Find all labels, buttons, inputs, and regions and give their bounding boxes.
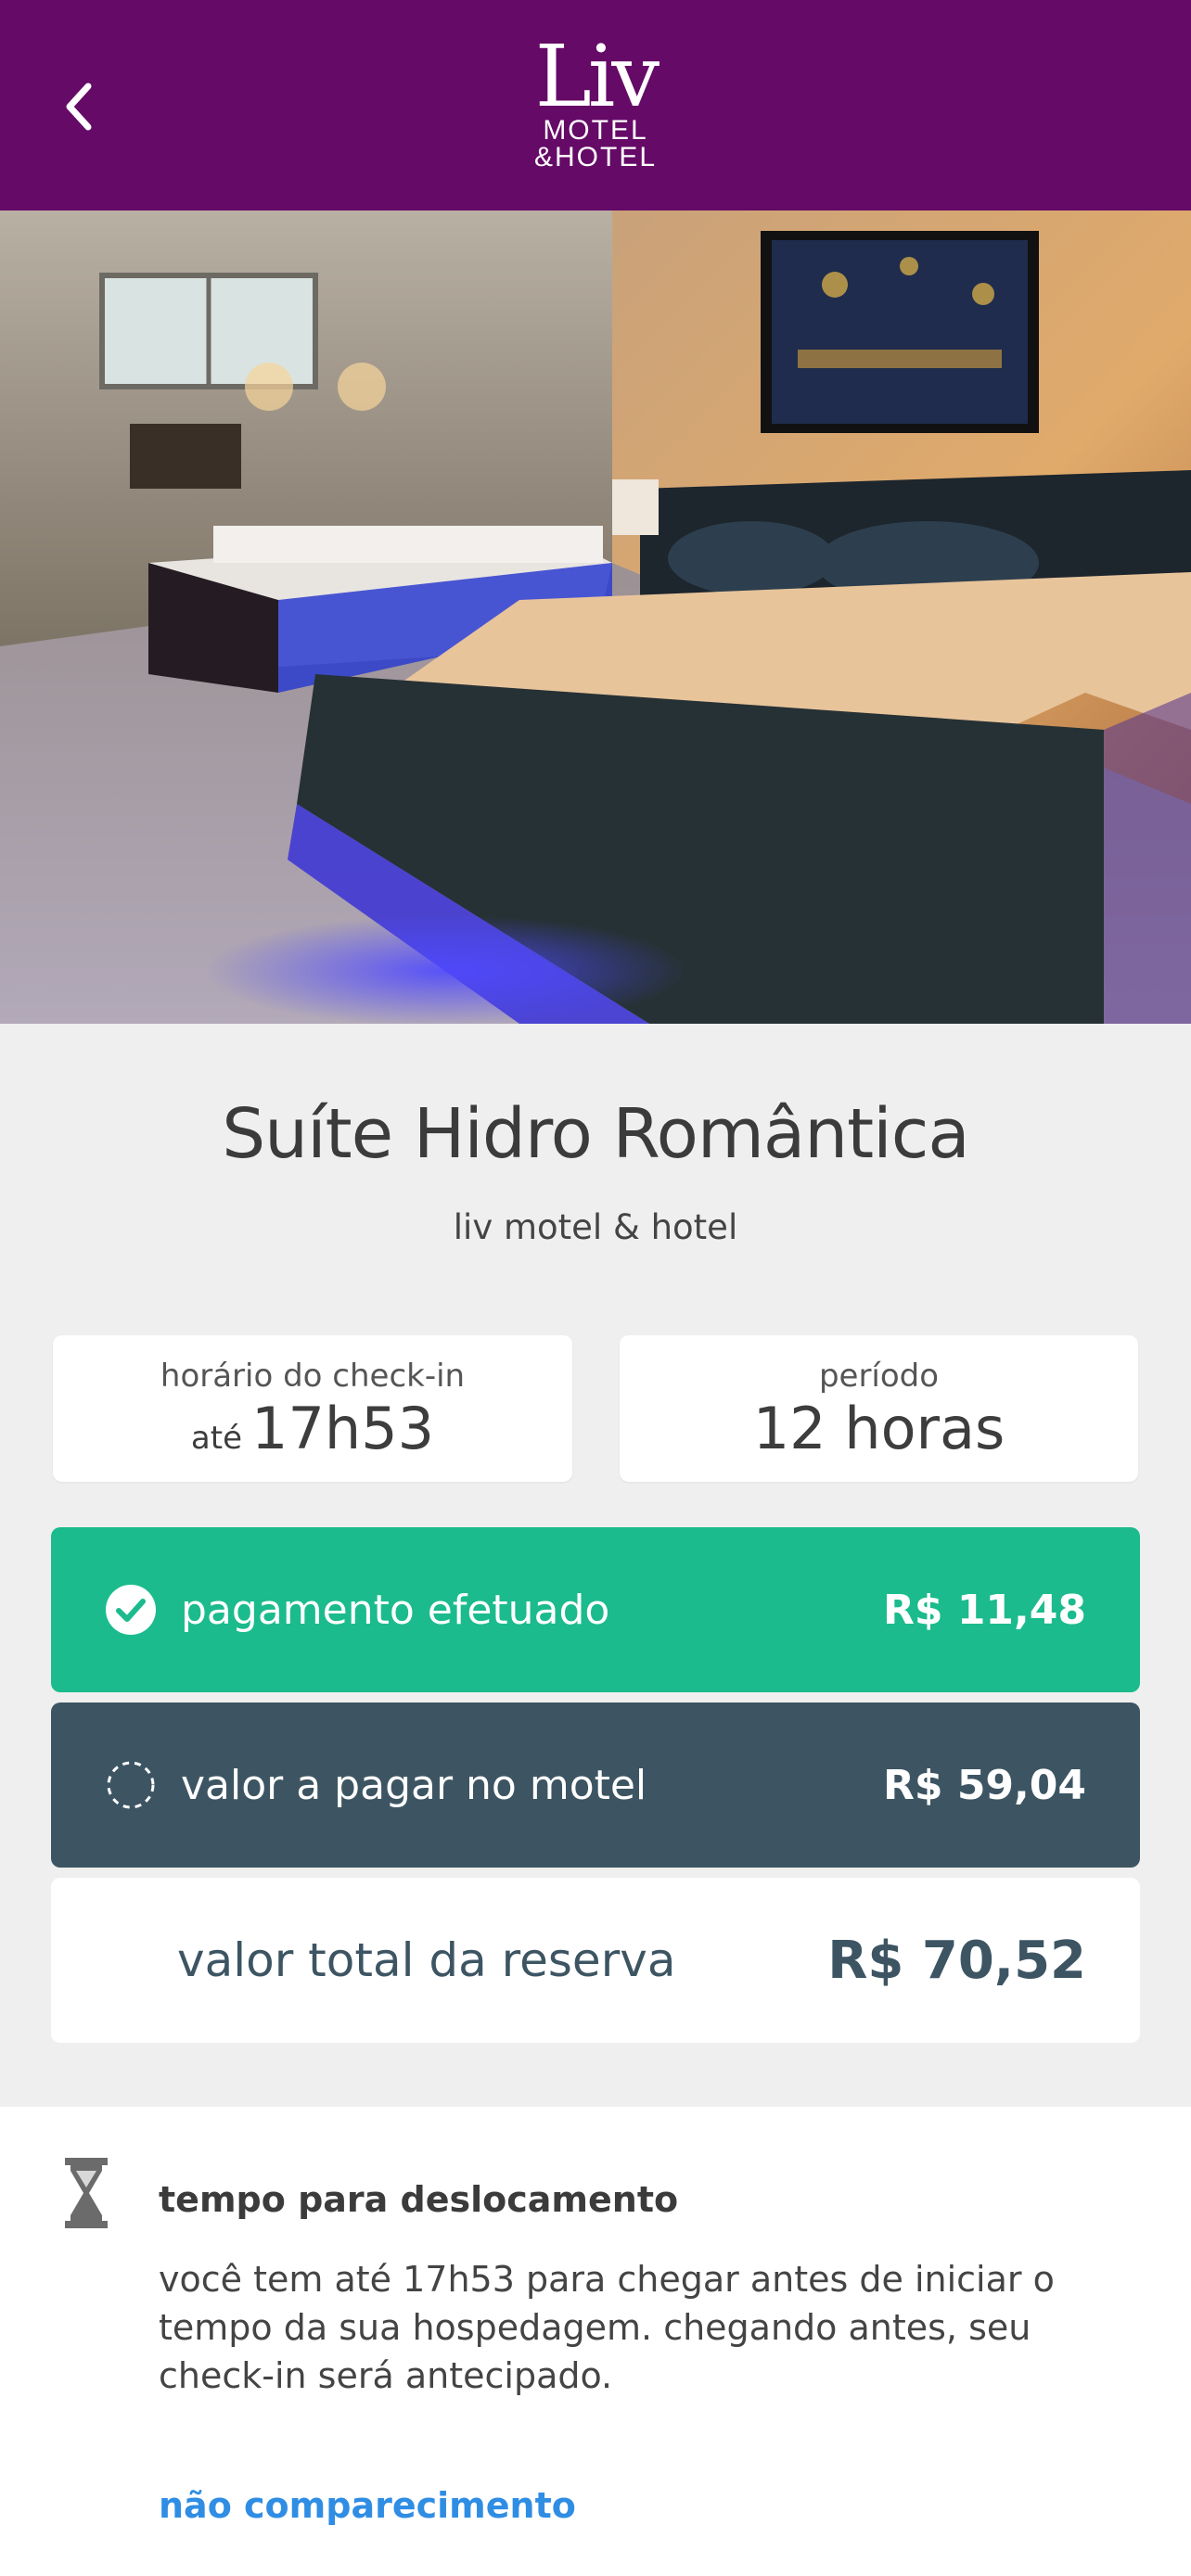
- payment-paid-row: pagamento efetuado R$ 11,48: [51, 1527, 1140, 1692]
- brand-logo: Liv MOTEL &HOTEL: [519, 27, 672, 185]
- payment-due-label: valor a pagar no motel: [181, 1761, 647, 1809]
- payment-due-amount: R$ 59,04: [883, 1761, 1086, 1809]
- payment-paid-amount: R$ 11,48: [883, 1586, 1086, 1634]
- checkin-label: horário do check-in: [160, 1358, 466, 1395]
- payment-total-amount: R$ 70,52: [827, 1930, 1086, 1991]
- period-card: período 12 horas: [620, 1335, 1138, 1482]
- logo-line-hotel: &HOTEL: [533, 142, 658, 172]
- back-button[interactable]: [46, 65, 111, 148]
- checkin-prefix: até: [190, 1420, 242, 1457]
- check-circle-icon: [106, 1585, 156, 1635]
- no-show-link[interactable]: não comparecimento: [159, 2485, 576, 2526]
- payment-due-row: valor a pagar no motel R$ 59,04: [51, 1702, 1140, 1868]
- app-header: Liv MOTEL &HOTEL: [0, 0, 1191, 210]
- period-label: período: [818, 1358, 940, 1395]
- checkin-value-row: até 17h53: [53, 1396, 572, 1471]
- logo-line-motel: MOTEL: [543, 115, 648, 146]
- logo-mark: Liv: [534, 27, 660, 126]
- period-value: 12 horas: [752, 1395, 1005, 1462]
- checkin-card: horário do check-in até 17h53: [53, 1335, 572, 1482]
- payment-total-row: valor total da reserva R$ 70,52: [51, 1878, 1140, 2043]
- travel-time-text: você tem até 17h53 para chegar antes de …: [159, 2259, 1055, 2396]
- suite-subtitle: liv motel & hotel: [453, 1207, 738, 1247]
- dashed-circle-icon: [107, 1761, 155, 1809]
- hourglass-icon: [65, 2158, 108, 2228]
- payment-paid-label: pagamento efetuado: [181, 1586, 610, 1634]
- checkin-time: 17h53: [251, 1395, 435, 1462]
- suite-photo: [0, 210, 1191, 1024]
- suite-photo-image: [0, 210, 1191, 1024]
- travel-time-title: tempo para deslocamento: [159, 2179, 679, 2220]
- payment-total-label: valor total da reserva: [177, 1933, 676, 1987]
- chevron-left-icon: [66, 83, 92, 131]
- suite-title: Suíte Hidro Romântica: [222, 1094, 970, 1174]
